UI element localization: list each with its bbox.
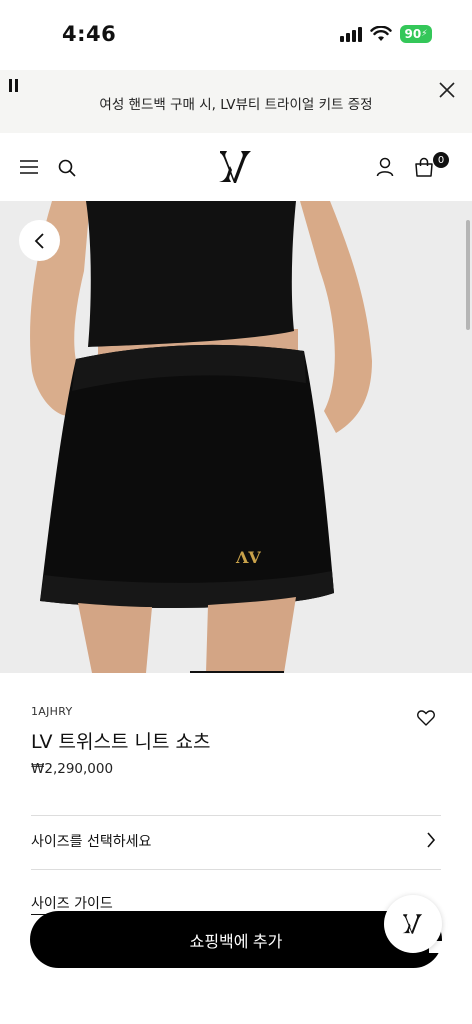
- chevron-left-icon: [34, 232, 44, 249]
- wishlist-button[interactable]: [416, 709, 436, 727]
- search-button[interactable]: [56, 157, 78, 179]
- hamburger-menu-icon: [20, 160, 38, 174]
- shopping-bag-icon: [415, 157, 433, 177]
- lv-logo[interactable]: [216, 148, 256, 186]
- divider: [31, 869, 441, 870]
- status-bar: 4:46 90 ⚡: [0, 0, 472, 70]
- status-time: 4:46: [62, 22, 117, 46]
- pause-icon[interactable]: [9, 79, 18, 92]
- menu-button[interactable]: [18, 157, 40, 177]
- close-icon[interactable]: [438, 81, 456, 99]
- back-button[interactable]: [19, 220, 60, 261]
- status-icons: 90 ⚡: [340, 25, 432, 43]
- search-icon: [58, 159, 76, 177]
- chevron-right-icon: [427, 832, 436, 848]
- knit-top: [86, 201, 296, 347]
- scrollbar[interactable]: [466, 220, 470, 330]
- product-image[interactable]: ɅV: [0, 201, 472, 673]
- product-sku: 1AJHRY: [31, 705, 73, 718]
- chat-button[interactable]: [384, 895, 442, 953]
- user-icon: [376, 157, 394, 177]
- size-select-label: 사이즈를 선택하세요: [31, 834, 152, 850]
- account-button[interactable]: [374, 156, 396, 178]
- battery-icon: 90 ⚡: [400, 25, 432, 43]
- promo-text: 여성 핸드백 구매 시, LV뷰티 트라이얼 키트 증정: [99, 97, 373, 113]
- image-pager-indicator: [190, 671, 284, 673]
- add-to-bag-button[interactable]: 쇼핑백에 추가: [30, 911, 442, 968]
- cart-count-badge: 0: [433, 152, 449, 168]
- lv-logo-icon: [219, 151, 251, 183]
- product-price: ₩2,290,000: [31, 761, 114, 777]
- right-leg: [206, 597, 296, 673]
- cellular-signal-icon: [340, 26, 362, 42]
- product-name: LV 트위스트 니트 쇼츠: [31, 731, 211, 753]
- svg-text:ɅV: ɅV: [235, 548, 261, 567]
- product-photo: ɅV: [0, 201, 472, 673]
- lv-chat-icon: [402, 914, 423, 934]
- battery-level: 90: [404, 27, 422, 41]
- heart-icon: [417, 710, 435, 726]
- wifi-icon: [370, 26, 392, 41]
